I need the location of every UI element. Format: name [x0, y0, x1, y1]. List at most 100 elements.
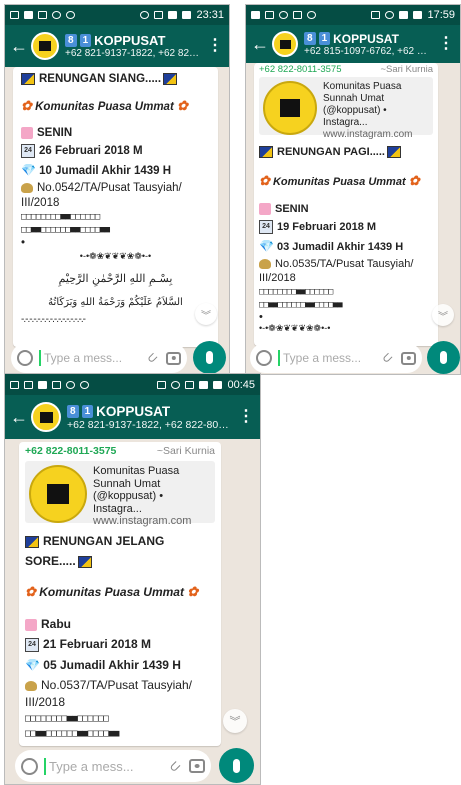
clock: 00:45	[227, 378, 255, 391]
message-line: 24 21 Februari 2018 M	[25, 637, 215, 652]
group-participants: +62 815-1097-6762, +62 822-801...	[304, 45, 432, 57]
message-icon	[52, 380, 61, 389]
mic-button[interactable]	[219, 748, 254, 783]
back-arrow-icon[interactable]: ←	[5, 408, 31, 426]
group-info[interactable]: 8 1 KOPPUSAT +62 821-9137-1822, +62 822-…	[65, 33, 201, 59]
maple-leaf-icon: ✿	[259, 173, 270, 189]
scroll-down-button[interactable]: ︾	[223, 709, 247, 733]
compose-bar: ⊂	[11, 343, 187, 373]
status-bar: 00:45	[5, 374, 260, 395]
message-line: III/2018	[25, 694, 66, 709]
facebook-icon	[38, 380, 47, 389]
notification-icon	[251, 11, 260, 19]
scroll-down-button[interactable]: ︾	[432, 304, 454, 326]
group-participants: +62 821-9137-1822, +62 822-801...	[67, 418, 232, 431]
alarm-icon	[140, 11, 150, 19]
message-bubble[interactable]: +62 822-8011-3575 ~Sari Kurnia Komunitas…	[254, 63, 438, 346]
maple-leaf-icon: ✿	[177, 98, 188, 114]
diamond-icon: 💎	[25, 657, 40, 672]
flag-icon	[21, 73, 35, 85]
group-info[interactable]: 8 1 KOPPUSAT +62 815-1097-6762, +62 822-…	[304, 32, 432, 57]
memo-icon	[259, 203, 271, 216]
link-url: www.instagram.com	[93, 515, 192, 527]
camera-icon[interactable]	[166, 351, 181, 365]
clock: 23:31	[196, 9, 224, 21]
link-title-line: Sunnah Umat	[93, 477, 161, 490]
group-avatar[interactable]	[272, 31, 298, 57]
message-icon	[24, 11, 33, 19]
clock: 17:59	[427, 9, 455, 21]
flag-icon	[25, 535, 39, 548]
message-input[interactable]	[41, 351, 148, 365]
status-bar: 17:59	[246, 5, 460, 25]
message-input[interactable]	[280, 351, 383, 365]
message-line: Rabu	[25, 617, 215, 631]
message-line: ✿ Komunitas Puasa Ummat ✿	[25, 584, 199, 599]
message-line: SENIN	[259, 203, 433, 216]
menu-kebab-icon[interactable]: ⋮	[232, 409, 260, 425]
badge-1: 1	[318, 32, 331, 45]
mic-icon	[233, 758, 240, 773]
link-preview[interactable]: Komunitas Puasa Sunnah Umat (@koppusat) …	[25, 461, 215, 527]
group-participants: +62 821-9137-1822, +62 822-801...	[65, 48, 201, 59]
group-avatar[interactable]	[31, 402, 61, 432]
menu-kebab-icon[interactable]: ⋮	[201, 38, 229, 54]
screen-1: 23:31 ← 8 1 KOPPUSAT +62 821-9137-1822, …	[4, 4, 230, 375]
calendar-icon: 24	[259, 220, 273, 235]
mic-button[interactable]	[193, 341, 226, 374]
battery-icon	[213, 380, 223, 389]
badge-8: 8	[304, 32, 316, 45]
message-line: □□■■□□□□□□■■□□□□■■	[259, 300, 343, 311]
money-bag-icon	[259, 259, 271, 270]
message-line: 24 19 Februari 2018 M	[259, 220, 433, 235]
compose-bar: ⊂	[15, 750, 211, 782]
diamond-icon: 💎	[259, 239, 274, 254]
link-thumbnail	[29, 465, 87, 523]
whatsapp-icon	[66, 11, 75, 19]
message-input[interactable]	[46, 758, 170, 774]
image-icon	[265, 11, 274, 19]
wifi-icon	[154, 11, 164, 19]
message-line: III/2018	[21, 197, 60, 210]
memo-icon	[21, 127, 33, 140]
flag-icon	[259, 146, 273, 159]
group-title: KOPPUSAT	[94, 33, 166, 48]
link-thumbnail	[263, 81, 317, 135]
sender-phone: +62 822-8011-3575	[259, 64, 342, 75]
link-title: Komunitas Puasa Sunnah Umat (@koppusat) …	[323, 81, 402, 128]
scroll-down-icon: ︾	[438, 311, 448, 323]
back-arrow-icon[interactable]: ←	[246, 35, 272, 53]
message-line: •-•❁❀❦❦❦❀❁•-•	[259, 323, 331, 334]
signal-icon	[168, 11, 178, 19]
group-avatar[interactable]	[31, 32, 59, 60]
mic-button[interactable]	[427, 341, 460, 374]
message-bubble[interactable]: RENUNGAN SIANG..... ✿ Komunitas Puasa Um…	[13, 67, 218, 347]
message-line: السَّلاَمُ عَلَيْكُمْ وَرَحْمَةُ اللهِ و…	[48, 297, 183, 309]
emoji-icon[interactable]	[21, 757, 38, 775]
message-line: SENIN	[21, 127, 210, 139]
emoji-icon[interactable]	[256, 350, 272, 366]
notification-icon	[10, 380, 19, 389]
group-info[interactable]: 8 1 KOPPUSAT +62 821-9137-1822, +62 822-…	[67, 404, 232, 431]
alarm-icon	[385, 11, 395, 19]
scroll-down-button[interactable]: ︾	[195, 303, 217, 325]
camera-icon[interactable]	[189, 759, 205, 773]
back-arrow-icon[interactable]: ←	[5, 37, 31, 55]
maple-leaf-icon: ✿	[408, 173, 420, 189]
twitter-icon	[52, 11, 61, 19]
message-bubble[interactable]: +62 822-8011-3575 ~Sari Kurnia Komunitas…	[19, 442, 221, 746]
emoji-icon[interactable]	[17, 350, 33, 366]
money-bag-icon	[21, 183, 33, 194]
twitter-icon	[66, 380, 75, 389]
menu-kebab-icon[interactable]: ⋮	[432, 36, 460, 52]
status-bar: 23:31	[5, 5, 229, 25]
compose-bar: ⊂	[250, 343, 422, 373]
diamond-icon: 💎	[21, 163, 36, 178]
badge-8: 8	[67, 404, 79, 418]
mute-icon	[371, 11, 381, 19]
message-line: -.-.-.-.-.-.-.-.-.-.-.-.-.-.-.-	[21, 314, 86, 326]
link-preview[interactable]: Komunitas Puasa Sunnah Umat (@koppusat) …	[259, 77, 433, 140]
badge-1: 1	[79, 34, 92, 47]
battery-icon	[413, 11, 423, 19]
camera-icon[interactable]	[401, 351, 416, 365]
